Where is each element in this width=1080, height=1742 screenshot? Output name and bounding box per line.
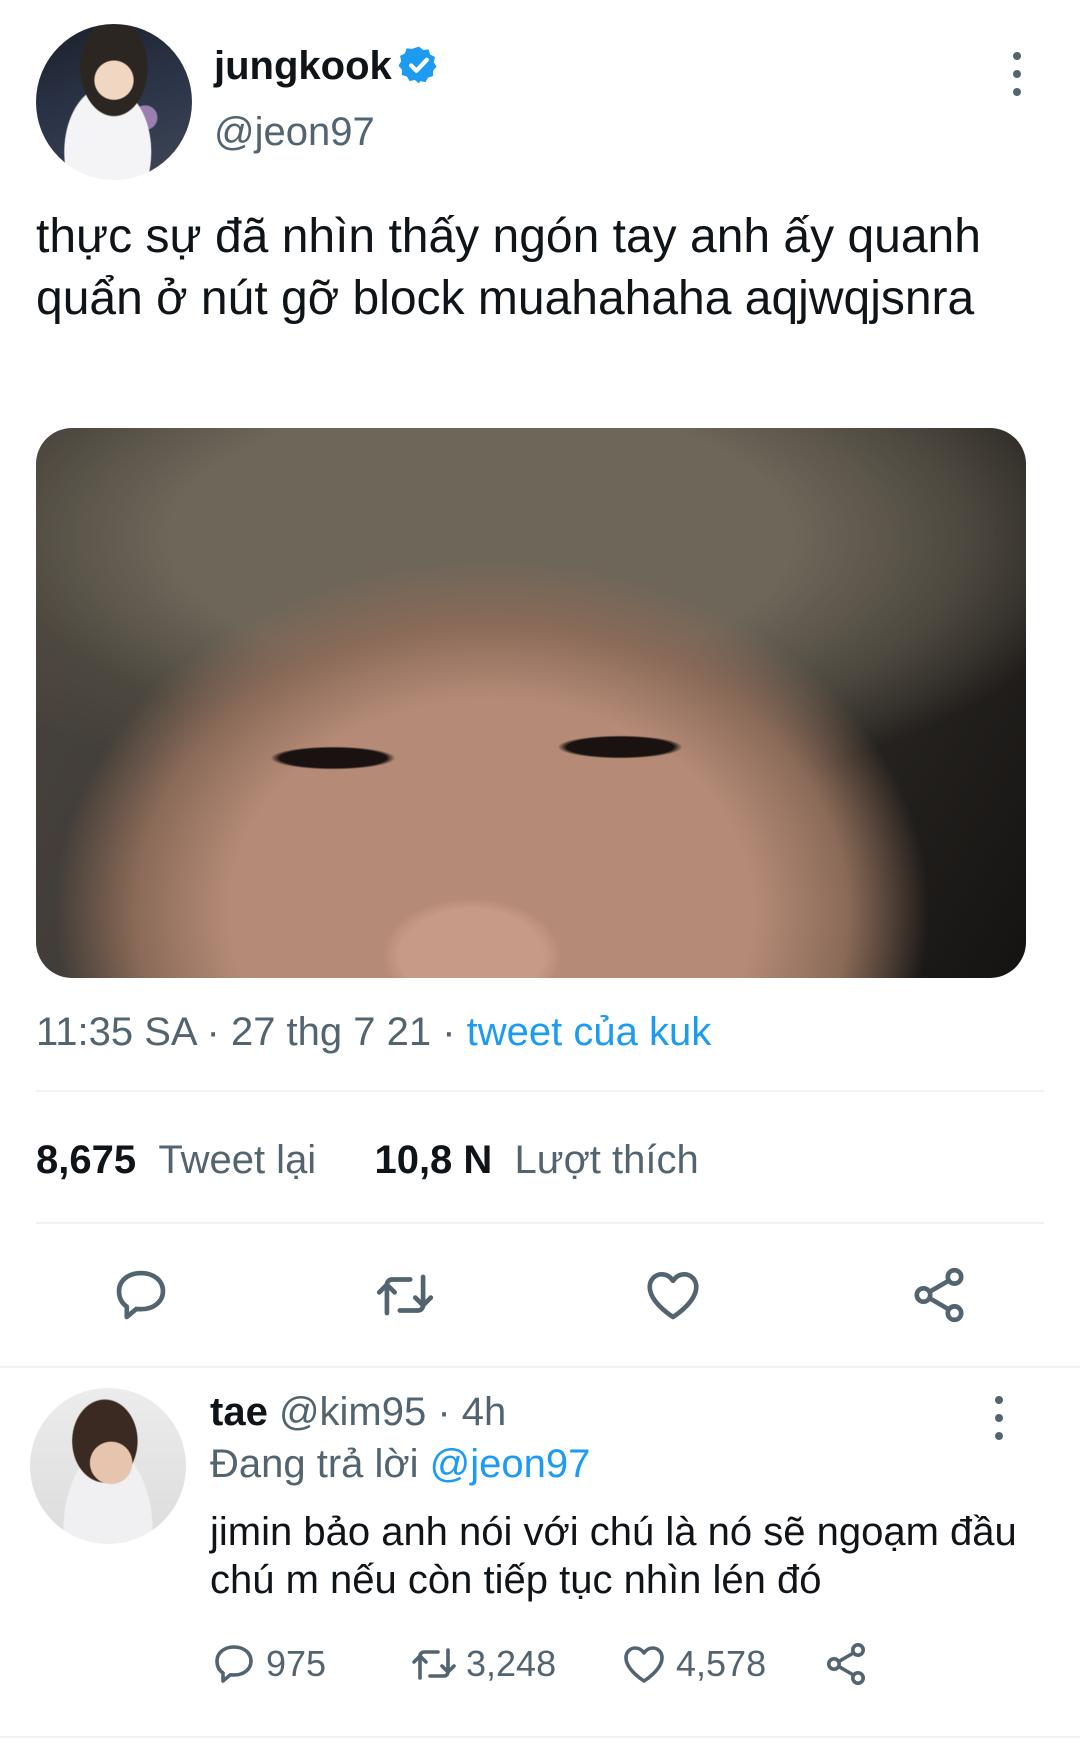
tweet-text: thực sự đã nhìn thấy ngón tay anh ấy qua… [36, 210, 981, 325]
engagement-stats: 8,675 Tweet lại 10,8 N Lượt thích [36, 1138, 699, 1183]
divider [36, 1222, 1044, 1224]
replying-prefix: Đang trả lời [210, 1442, 430, 1486]
retweets-stat[interactable]: 8,675 Tweet lại [36, 1138, 316, 1182]
share-icon[interactable] [908, 1264, 970, 1326]
reply-author-avatar[interactable] [30, 1388, 186, 1544]
retweet-icon[interactable] [374, 1264, 436, 1326]
likes-count: 10,8 N [374, 1138, 493, 1182]
reply-reply-count: 975 [266, 1643, 327, 1684]
divider [36, 1090, 1044, 1092]
author-handle[interactable]: @jeon97 [214, 110, 375, 155]
reply-retweet-button[interactable]: 3,248 [410, 1640, 556, 1688]
more-options-icon[interactable] [1000, 52, 1034, 96]
reply-like-count: 4,578 [676, 1643, 767, 1684]
share-icon [827, 1643, 865, 1685]
reply-author-handle[interactable]: @kim95 [279, 1390, 426, 1434]
heart-icon [624, 1646, 664, 1683]
reply-more-options-icon[interactable] [982, 1396, 1016, 1440]
replying-to-link[interactable]: @jeon97 [430, 1442, 591, 1486]
reply-retweet-count: 3,248 [466, 1643, 557, 1684]
retweet-icon [412, 1648, 456, 1680]
reply-share-button[interactable] [822, 1640, 878, 1688]
author-name[interactable]: jungkook [214, 44, 392, 89]
likes-stat[interactable]: 10,8 N Lượt thích [374, 1138, 698, 1182]
tweet-source-link[interactable]: tweet của kuk [467, 1010, 712, 1054]
retweets-label: Tweet lại [158, 1138, 317, 1182]
reply-reply-button[interactable]: 975 [210, 1640, 326, 1688]
reply-like-button[interactable]: 4,578 [620, 1640, 766, 1688]
replying-to: Đang trả lời @jeon97 [210, 1442, 590, 1487]
likes-label: Lượt thích [514, 1138, 699, 1182]
author-avatar[interactable] [36, 24, 192, 180]
reply-header: tae @kim95 · 4h [210, 1390, 506, 1435]
reply-icon[interactable] [110, 1264, 172, 1326]
tweet-photo[interactable] [36, 428, 1026, 978]
tweet-timestamp: 11:35 SA · 27 thg 7 21 · tweet của kuk [36, 1010, 711, 1055]
reply-icon [215, 1645, 253, 1683]
reply-age: · 4h [426, 1390, 507, 1434]
bottom-separator [0, 1736, 1080, 1738]
reply-text: jimin bảo anh nói với chú là nó sẽ ngoạm… [210, 1510, 1017, 1602]
verified-badge-icon [398, 46, 437, 84]
like-heart-icon[interactable] [642, 1264, 704, 1326]
timestamp-text: 11:35 SA · 27 thg 7 21 · [36, 1010, 467, 1054]
retweets-count: 8,675 [36, 1138, 137, 1182]
section-separator [0, 1366, 1080, 1368]
reply-author-name[interactable]: tae [210, 1390, 268, 1434]
